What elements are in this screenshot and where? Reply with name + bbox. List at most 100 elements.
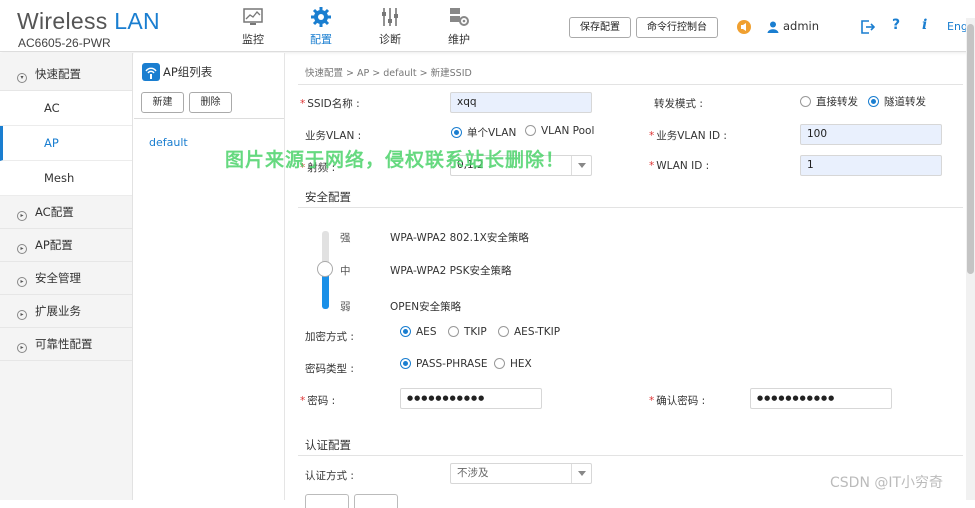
top-header: Wireless LAN AC6605-26-PWR 监控 配置 诊断 维护 保… [0, 0, 975, 52]
policy-weak: OPEN安全策略 [390, 301, 462, 313]
expand-icon: ▸ [17, 343, 27, 353]
monitor-icon [243, 8, 263, 25]
username[interactable]: admin [783, 19, 819, 33]
level-medium: 中 [340, 265, 351, 277]
sidebar-item-ac-config[interactable]: ▸ AC配置 [0, 196, 132, 229]
radio-off-icon [800, 96, 811, 107]
forward-tunnel-radio[interactable]: 隧道转发 [868, 94, 926, 109]
pwd-hex-radio[interactable]: HEX [494, 358, 532, 370]
vlan-pool-radio[interactable]: VLAN Pool [525, 125, 594, 137]
new-group-button[interactable]: 新建 [141, 92, 184, 113]
info-icon[interactable]: i [922, 17, 927, 33]
policy-medium: WPA-WPA2 PSK安全策略 [390, 265, 512, 277]
ssid-form: 快速配置 > AP > default > 新建SSID * SSID名称 : x… [286, 53, 966, 508]
radio-off-icon [525, 125, 536, 136]
vlan-label: 业务VLAN : [305, 130, 362, 142]
vlan-id-input[interactable]: 100 [800, 124, 942, 145]
breadcrumb: 快速配置 > AP > default > 新建SSID [305, 68, 472, 79]
wlan-id-input[interactable]: 1 [800, 155, 942, 176]
sidebar-sub-ap[interactable]: AP [0, 126, 132, 161]
delete-group-button[interactable]: 删除 [189, 92, 232, 113]
scrollbar-thumb[interactable] [967, 24, 974, 274]
vlan-id-label: * 业务VLAN ID : [649, 130, 727, 142]
save-config-button[interactable]: 保存配置 [569, 17, 631, 38]
watermark-text: 图片来源于网络，侵权联系站长删除！ [225, 149, 566, 171]
sidebar-item-quick-config[interactable]: ▾ 快速配置 [0, 53, 132, 91]
logout-icon[interactable] [861, 20, 875, 34]
help-icon[interactable]: ? [892, 17, 900, 33]
radio-on-icon [400, 358, 411, 369]
security-section-title: 安全配置 [305, 190, 351, 204]
brand-logo: Wireless LAN [17, 8, 160, 34]
page-scrollbar[interactable] [966, 18, 975, 500]
language-switch[interactable]: Eng [947, 20, 968, 33]
collapse-icon: ▾ [17, 73, 27, 83]
password-input[interactable]: ●●●●●●●●●●● [400, 388, 542, 409]
sidebar-item-extension[interactable]: ▸ 扩展业务 [0, 295, 132, 328]
ap-group-panel: AP组列表 新建 删除 default [134, 53, 285, 500]
chevron-down-icon [571, 156, 591, 175]
auth-method-select[interactable]: 不涉及 [450, 463, 592, 484]
user-icon [767, 21, 779, 33]
password-label: * 密码 : [300, 395, 336, 407]
sidebar: ▾ 快速配置 AC AP Mesh ▸ AC配置 ▸ AP配置 ▸ 安全管理 ▸ 扩展业务… [0, 53, 133, 500]
nav-monitor[interactable]: 监控 [233, 6, 273, 47]
sidebar-sub-mesh[interactable]: Mesh [0, 161, 132, 196]
expand-icon: ▸ [17, 211, 27, 221]
nav-diagnose[interactable]: 诊断 [370, 6, 410, 47]
group-item-default[interactable]: default [149, 136, 188, 149]
divider [134, 118, 284, 119]
auth-method-label: 认证方式 : [305, 470, 354, 482]
security-level-slider[interactable] [317, 231, 333, 309]
sidebar-item-ap-config[interactable]: ▸ AP配置 [0, 229, 132, 262]
confirm-password-input[interactable]: ●●●●●●●●●●● [750, 388, 892, 409]
wlan-id-label: * WLAN ID : [649, 160, 710, 172]
forward-direct-radio[interactable]: 直接转发 [800, 94, 858, 109]
level-strong: 强 [340, 232, 351, 244]
radio-off-icon [498, 326, 509, 337]
radio-on-icon [451, 127, 462, 138]
expand-icon: ▸ [17, 310, 27, 320]
slider-handle[interactable] [317, 261, 333, 277]
sidebar-item-security[interactable]: ▸ 安全管理 [0, 262, 132, 295]
radio-on-icon [868, 96, 879, 107]
radio-off-icon [448, 326, 459, 337]
form-button[interactable] [354, 494, 398, 508]
policy-strong: WPA-WPA2 802.1X安全策略 [390, 232, 529, 244]
nav-config[interactable]: 配置 [301, 6, 341, 47]
vlan-single-radio[interactable]: 单个VLAN [451, 125, 516, 140]
ssid-label: * SSID名称 : [300, 98, 360, 110]
forward-mode-label: 转发模式 : [654, 98, 703, 110]
credit-text: CSDN @IT小穷奇 [830, 475, 944, 491]
radio-on-icon [400, 326, 411, 337]
level-weak: 弱 [340, 301, 351, 313]
encrypt-label: 加密方式 : [305, 331, 354, 343]
cli-console-button[interactable]: 命令行控制台 [636, 17, 718, 38]
encrypt-tkip-radio[interactable]: TKIP [448, 326, 487, 338]
divider [298, 455, 963, 456]
speaker-icon[interactable] [737, 20, 751, 34]
wifi-icon [142, 63, 160, 81]
ap-group-title: AP组列表 [142, 63, 212, 81]
confirm-password-label: * 确认密码 : [649, 395, 706, 407]
divider [298, 84, 963, 85]
nav-maintenance[interactable]: 维护 [439, 6, 479, 47]
encrypt-aes-tkip-radio[interactable]: AES-TKIP [498, 326, 560, 338]
expand-icon: ▸ [17, 244, 27, 254]
sidebar-sub-ac[interactable]: AC [0, 91, 132, 126]
gear-icon [311, 7, 331, 27]
form-button[interactable] [305, 494, 349, 508]
sidebar-item-reliability[interactable]: ▸ 可靠性配置 [0, 328, 132, 361]
ssid-input[interactable]: xqq [450, 92, 592, 113]
password-type-label: 密码类型 : [305, 363, 354, 375]
expand-icon: ▸ [17, 277, 27, 287]
sliders-icon [382, 8, 398, 26]
encrypt-aes-radio[interactable]: AES [400, 326, 436, 338]
auth-section-title: 认证配置 [305, 438, 351, 452]
chevron-down-icon [571, 464, 591, 483]
divider [298, 207, 963, 208]
radio-off-icon [494, 358, 505, 369]
maintenance-icon [450, 8, 469, 26]
device-model: AC6605-26-PWR [18, 36, 111, 50]
pwd-passphrase-radio[interactable]: PASS-PHRASE [400, 358, 488, 370]
